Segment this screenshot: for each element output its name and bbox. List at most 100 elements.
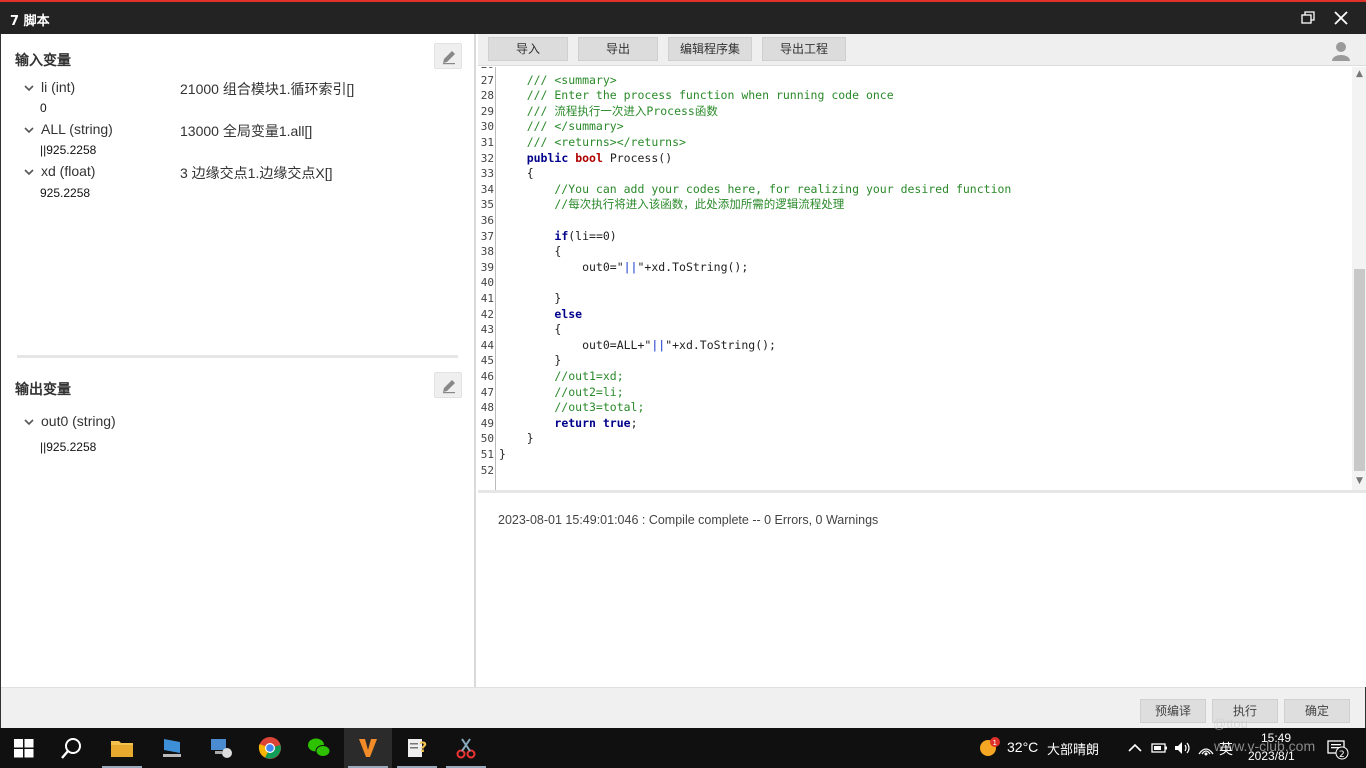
var-value: ||925.2258 [40, 440, 97, 454]
code-line[interactable]: 43 { [478, 322, 1348, 338]
export-button[interactable]: 导出 [578, 37, 658, 61]
taskbar-chrome[interactable] [246, 728, 294, 768]
code-line[interactable]: 48 //out3=total; [478, 400, 1348, 416]
weather-temperature[interactable]: 32°C [1007, 739, 1038, 755]
chevron-down-icon[interactable] [23, 82, 35, 94]
watermark-site: www.v-club.com [1214, 738, 1316, 754]
export-project-button[interactable]: 导出工程 [762, 37, 846, 61]
taskbar-file-explorer[interactable] [98, 728, 146, 768]
code-text: out0="||"+xd.ToString(); [499, 259, 749, 274]
notification-center-button[interactable]: 2 [1326, 738, 1350, 760]
input-var-row-all[interactable]: ALL (string) 13000 全局变量1.all[] [21, 121, 461, 141]
code-text: /// <summary> [499, 72, 617, 87]
code-line[interactable]: 42 else [478, 307, 1348, 323]
code-text: { [499, 166, 534, 181]
line-number: 49 [480, 416, 494, 430]
chevron-down-icon[interactable] [23, 166, 35, 178]
watermark-handle: @ttou [1213, 716, 1248, 731]
taskbar-app-notes[interactable]: ? [393, 728, 441, 768]
var-source[interactable]: 13000 全局变量1.all[] [180, 121, 312, 141]
code-line[interactable]: 37 if(li==0) [478, 229, 1348, 245]
start-button[interactable] [0, 728, 48, 768]
dialog-button-bar: 预编译 执行 确定 [1, 687, 1365, 728]
code-line[interactable]: 39 out0="||"+xd.ToString(); [478, 260, 1348, 276]
code-text: { [499, 322, 562, 337]
precompile-button[interactable]: 预编译 [1140, 699, 1206, 723]
code-line[interactable]: 27 /// <summary> [478, 73, 1348, 89]
title-bar: 7 脚本 [0, 2, 1366, 34]
taskbar-app-network[interactable] [197, 728, 245, 768]
scroll-up-icon[interactable]: ▲ [1354, 69, 1365, 81]
restore-window-button[interactable] [1296, 8, 1318, 28]
code-line[interactable]: 40 [478, 275, 1348, 291]
code-panel: 导入 导出 编辑程序集 导出工程 2627 /// <summary>28 //… [478, 34, 1366, 687]
close-window-button[interactable] [1330, 8, 1352, 28]
output-var-row-out0[interactable]: out0 (string) [21, 413, 461, 433]
pencil-icon [443, 380, 455, 394]
var-value: 925.2258 [40, 186, 91, 200]
search-button[interactable] [48, 728, 96, 768]
code-text: //You can add your codes here, for reali… [499, 181, 1012, 196]
weather-icon[interactable]: 1 [978, 736, 1002, 760]
chevron-down-icon[interactable] [23, 416, 35, 428]
code-line[interactable]: 30 /// </summary> [478, 119, 1348, 135]
code-text: } [499, 447, 506, 461]
import-button[interactable]: 导入 [488, 37, 568, 61]
edit-input-variables-button[interactable] [434, 43, 462, 69]
input-var-row-li[interactable]: li (int) 21000 组合模块1.循环索引[] [21, 79, 461, 99]
volume-icon[interactable] [1172, 738, 1192, 758]
input-variables-title: 输入变量 [15, 53, 71, 69]
code-line[interactable]: 44 out0=ALL+"||"+xd.ToString(); [478, 338, 1348, 354]
user-icon[interactable] [1330, 40, 1352, 62]
edit-assembly-button[interactable]: 编辑程序集 [668, 37, 752, 61]
var-source[interactable]: 21000 组合模块1.循环索引[] [180, 79, 354, 99]
scroll-down-icon[interactable]: ▼ [1354, 476, 1365, 488]
notification-icon: 2 [1327, 740, 1349, 760]
code-line[interactable]: 46 //out1=xd; [478, 369, 1348, 385]
vertical-scrollbar[interactable]: ▲ ▼ [1352, 67, 1366, 490]
code-line[interactable]: 35 //每次执行将进入该函数，此处添加所需的逻辑流程处理 [478, 197, 1348, 213]
wifi-icon[interactable] [1196, 738, 1216, 758]
code-text: else [554, 306, 583, 321]
chevron-down-icon[interactable] [23, 124, 35, 136]
line-number: 40 [480, 276, 494, 290]
line-number: 33 [480, 167, 494, 181]
show-hidden-icons-chevron-up-icon[interactable] [1125, 738, 1145, 758]
taskbar-visionmaster[interactable] [344, 728, 392, 768]
edit-output-variables-button[interactable] [434, 372, 462, 398]
output-variables-title: 输出变量 [15, 382, 71, 398]
taskbar-app-tools[interactable] [442, 728, 490, 768]
taskbar-wechat[interactable] [295, 728, 343, 768]
code-line[interactable]: 51} [478, 447, 1348, 463]
code-line[interactable]: 41 } [478, 291, 1348, 307]
battery-icon[interactable] [1149, 738, 1169, 758]
code-line[interactable]: 29 /// 流程执行一次进入Process函数 [478, 104, 1348, 120]
line-number: 44 [480, 338, 494, 352]
code-line[interactable]: 50 } [478, 431, 1348, 447]
weather-description[interactable]: 大部晴朗 [1047, 739, 1099, 758]
code-line[interactable]: 33 { [478, 166, 1348, 182]
input-var-row-xd[interactable]: xd (float) 3 边缘交点1.边缘交点X[] [21, 163, 461, 183]
line-number: 36 [480, 214, 494, 227]
windows-taskbar: ? 1 32°C 大部晴朗 英 15:49 2023/8/1 2 [0, 728, 1366, 768]
line-number: 27 [480, 73, 494, 87]
var-name: xd (float) [41, 163, 96, 179]
code-line[interactable]: 47 //out2=li; [478, 385, 1348, 401]
code-line[interactable]: 45 } [478, 353, 1348, 369]
code-line[interactable]: 52 [478, 463, 1348, 479]
code-editor[interactable]: 2627 /// <summary>28 /// Enter the proce… [478, 67, 1352, 490]
code-line[interactable]: 34 //You can add your codes here, for re… [478, 182, 1348, 198]
code-line[interactable]: 49 return true; [478, 416, 1348, 432]
code-line[interactable]: 31 /// <returns></returns> [478, 135, 1348, 151]
taskbar-app-computer[interactable] [148, 728, 196, 768]
scrollbar-thumb[interactable] [1354, 269, 1365, 471]
code-line[interactable]: 28 /// Enter the process function when r… [478, 88, 1348, 104]
line-number: 50 [480, 432, 494, 446]
confirm-button[interactable]: 确定 [1284, 699, 1350, 723]
panel-divider[interactable] [17, 355, 458, 358]
code-line[interactable]: 36 [478, 213, 1348, 229]
folder-icon [111, 741, 133, 757]
code-line[interactable]: 38 { [478, 244, 1348, 260]
code-line[interactable]: 32 public bool Process() [478, 151, 1348, 167]
var-source[interactable]: 3 边缘交点1.边缘交点X[] [180, 163, 332, 183]
